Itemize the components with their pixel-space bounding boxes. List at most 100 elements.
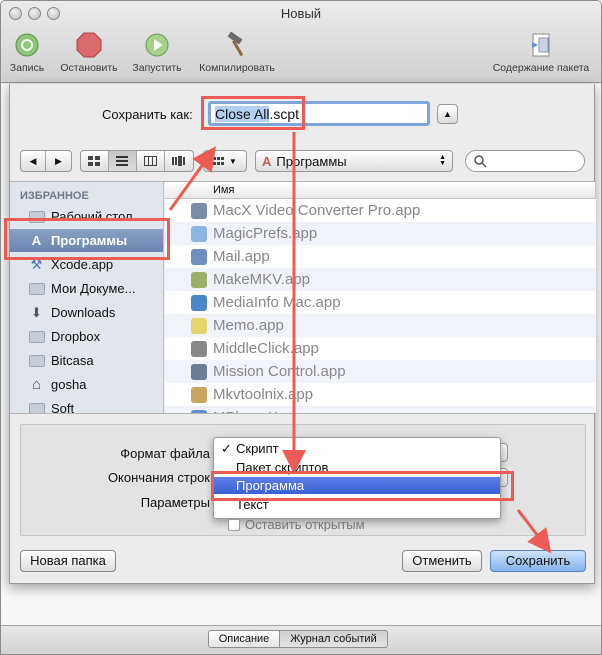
annotation-box-filename xyxy=(201,96,305,130)
file-list: Имя MacX Video Converter Pro.app MagicPre… xyxy=(165,182,596,413)
file-row[interactable]: Mail.app xyxy=(165,245,596,268)
app-icon xyxy=(191,386,207,403)
file-name: MacX Video Converter Pro.app xyxy=(213,202,421,219)
keep-open-checkbox[interactable]: Оставить открытым xyxy=(228,517,365,532)
window-title: Новый xyxy=(280,6,322,21)
location-label: Программы xyxy=(276,153,347,169)
sidebar-item[interactable]: ⌂ gosha xyxy=(10,373,163,396)
file-row[interactable]: MediaInfo Mac.app xyxy=(165,291,596,314)
folder-icon xyxy=(28,353,45,368)
bottom-tab-bar: Описание Журнал событий xyxy=(1,625,601,654)
chevron-down-icon: ▼ xyxy=(229,156,237,166)
app-icon xyxy=(191,248,207,265)
expand-dialog-button[interactable]: ▲ xyxy=(437,104,458,124)
coverflow-view-button[interactable] xyxy=(165,151,193,171)
file-row[interactable]: MagicPrefs.app xyxy=(165,222,596,245)
chevron-left-icon: ◀ xyxy=(29,155,37,166)
save-sheet: Сохранить как: Close All.scpt ▲ ◀ ▶ ▼ A … xyxy=(9,84,596,584)
back-forward-control: ◀ ▶ xyxy=(20,150,72,172)
new-folder-button[interactable]: Новая папка xyxy=(20,550,116,572)
file-name: Memo.app xyxy=(213,317,284,334)
file-name: Mission Control.app xyxy=(213,363,346,380)
arrange-menu-button[interactable]: ▼ xyxy=(203,150,247,172)
location-popup[interactable]: A Программы ▲ ▼ xyxy=(255,150,453,172)
icon-view-icon xyxy=(88,156,101,166)
tab-description[interactable]: Описание xyxy=(208,630,280,648)
sidebar-item-label: gosha xyxy=(51,377,87,392)
back-button[interactable]: ◀ xyxy=(21,151,47,171)
list-view-icon xyxy=(116,156,129,166)
file-row[interactable]: MPlayerX.app xyxy=(165,406,596,413)
app-icon xyxy=(191,271,207,288)
name-column-label: Имя xyxy=(213,184,235,196)
stop-label: Остановить xyxy=(60,62,118,74)
documents-folder-icon xyxy=(28,281,45,296)
save-as-label: Сохранить как: xyxy=(102,107,193,122)
compile-button[interactable]: Компилировать xyxy=(193,31,281,79)
file-row[interactable]: MakeMKV.app xyxy=(165,268,596,291)
search-icon xyxy=(474,155,487,168)
hammer-icon xyxy=(223,31,251,59)
file-name: Mail.app xyxy=(213,248,270,265)
favorites-header: ИЗБРАННОЕ xyxy=(20,190,89,202)
annotation-box-application-format xyxy=(211,471,514,501)
play-icon xyxy=(143,31,171,59)
file-name: MakeMKV.app xyxy=(213,271,311,288)
file-row[interactable]: Mkvtoolnix.app xyxy=(165,383,596,406)
icon-view-button[interactable] xyxy=(81,151,109,171)
downloads-icon: ⬇ xyxy=(31,304,42,320)
chevron-up-icon: ▲ xyxy=(443,109,452,119)
list-view-button[interactable] xyxy=(108,151,138,171)
cancel-button[interactable]: Отменить xyxy=(402,550,482,572)
sidebar-item[interactable]: Bitcasa xyxy=(10,349,163,372)
app-icon xyxy=(191,294,207,311)
column-view-icon xyxy=(143,156,157,166)
checkbox-box xyxy=(228,518,240,531)
column-header[interactable]: Имя xyxy=(165,182,596,199)
stop-button[interactable]: Остановить xyxy=(57,31,121,79)
file-name: MiddleClick.app xyxy=(213,340,319,357)
line-endings-label: Окончания строк xyxy=(107,470,210,485)
tab-event-log[interactable]: Журнал событий xyxy=(280,630,388,648)
annotation-box-applications xyxy=(4,218,170,260)
app-icon xyxy=(191,202,207,219)
app-icon xyxy=(191,225,207,242)
forward-button[interactable]: ▶ xyxy=(46,151,71,171)
checkmark-icon: ✓ xyxy=(221,441,232,456)
sidebar-item[interactable]: Dropbox xyxy=(10,325,163,348)
file-row[interactable]: Memo.app xyxy=(165,314,596,337)
app-icon xyxy=(191,363,207,380)
parameters-label: Параметры xyxy=(140,495,210,510)
file-browser: ИЗБРАННОЕ Рабочий стол A Программы ⚒ Xcode.a… xyxy=(10,181,596,414)
record-label: Запись xyxy=(9,62,45,74)
keep-open-label: Оставить открытым xyxy=(245,517,365,532)
sidebar-item-label: Soft xyxy=(51,401,75,413)
sidebar-item[interactable]: Soft xyxy=(10,397,163,413)
file-format-label: Формат файла xyxy=(120,446,210,461)
sidebar-item-label: Dropbox xyxy=(51,329,101,344)
popup-arrows-icon: ▲ ▼ xyxy=(439,154,446,167)
column-view-button[interactable] xyxy=(137,151,165,171)
view-mode-control xyxy=(80,150,194,172)
format-menu-item-label: Скрипт xyxy=(236,441,279,456)
file-name: Mkvtoolnix.app xyxy=(213,386,314,403)
run-button[interactable]: Запустить xyxy=(129,31,185,79)
file-name: MagicPrefs.app xyxy=(213,225,318,242)
file-row[interactable]: Mission Control.app xyxy=(165,360,596,383)
sidebar-item[interactable]: Мои Докуме... xyxy=(10,277,163,300)
record-button[interactable]: Запись xyxy=(7,31,47,79)
file-name: MediaInfo Mac.app xyxy=(213,294,341,311)
save-button[interactable]: Сохранить xyxy=(490,550,586,572)
arrange-grid-icon xyxy=(213,156,225,165)
bundle-contents-button[interactable]: Содержание пакета xyxy=(485,31,597,79)
bundle-contents-label: Содержание пакета xyxy=(492,62,590,74)
file-row[interactable]: MiddleClick.app xyxy=(165,337,596,360)
file-name: MPlayerX.app xyxy=(213,409,307,413)
search-field[interactable] xyxy=(465,150,585,172)
sidebar-item[interactable]: ⬇ Downloads xyxy=(10,301,163,324)
app-icon xyxy=(191,340,207,357)
app-icon xyxy=(191,409,207,413)
coverflow-icon xyxy=(171,156,185,166)
file-row[interactable]: MacX Video Converter Pro.app xyxy=(165,199,596,222)
format-menu-item[interactable]: ✓ Скрипт xyxy=(214,440,500,457)
